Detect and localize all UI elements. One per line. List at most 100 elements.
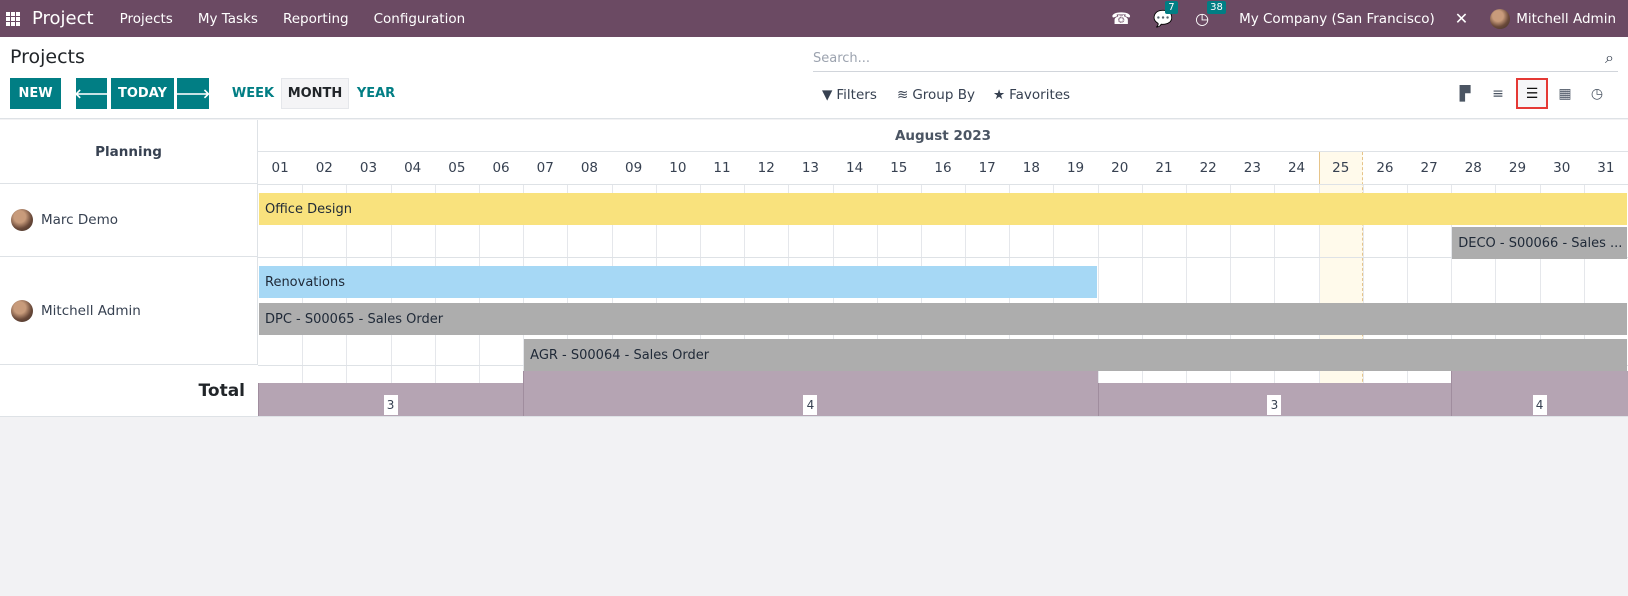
day-header: 11	[713, 160, 731, 176]
day-header: 09	[625, 160, 643, 176]
menu-projects[interactable]: Projects	[120, 11, 173, 27]
calendar-icon: ▦	[1558, 85, 1572, 102]
control-panel: Projects NEW 🡐 TODAY 🡒 WEEK MONTH YEAR S…	[0, 37, 1628, 119]
day-header: 04	[404, 160, 422, 176]
row-name: Marc Demo	[41, 212, 118, 228]
day-header: 01	[271, 160, 289, 176]
filter-icon: ▼	[822, 87, 833, 103]
filters-button[interactable]: ▼ Filters	[822, 87, 877, 103]
arrow-left-icon: 🡐	[74, 86, 109, 102]
day-header: 26	[1376, 160, 1394, 176]
search-placeholder: Search...	[813, 50, 871, 66]
total-label: Total	[198, 381, 245, 401]
calendar-view-button[interactable]: ▦	[1549, 78, 1581, 109]
day-header: 18	[1022, 160, 1040, 176]
app-menu-icon[interactable]	[6, 11, 20, 26]
arrow-right-icon: 🡒	[175, 86, 211, 102]
gantt-icon: ☰	[1525, 85, 1539, 102]
day-header: 02	[315, 160, 333, 176]
total-value: 4	[1532, 395, 1547, 415]
day-header: 19	[1066, 160, 1085, 176]
day-header: 03	[359, 160, 378, 176]
user-name: Mitchell Admin	[1516, 10, 1616, 27]
activities-icon[interactable]: ◷ 38	[1195, 1, 1226, 28]
clock-icon: ◷	[1590, 85, 1604, 102]
total-value: 3	[383, 395, 398, 415]
new-button[interactable]: NEW	[10, 78, 61, 109]
day-header: 05	[448, 160, 466, 176]
day-header: 27	[1420, 160, 1438, 176]
app-brand[interactable]: Project	[32, 8, 94, 29]
day-header: 08	[580, 160, 599, 176]
row-divider	[258, 184, 1628, 185]
menu-my-tasks[interactable]: My Tasks	[198, 11, 258, 27]
day-header: 15	[890, 160, 908, 176]
phone-icon[interactable]: ☎	[1111, 9, 1131, 28]
day-header: 14	[846, 160, 864, 176]
menu-configuration[interactable]: Configuration	[374, 11, 466, 27]
row-name: Mitchell Admin	[41, 302, 141, 319]
search-icon[interactable]: ⌕	[1605, 48, 1614, 68]
day-header: 29	[1508, 160, 1527, 176]
search-input[interactable]: Search... ⌕	[813, 45, 1618, 72]
row-header-mitchell-admin[interactable]: Mitchell Admin	[0, 257, 258, 365]
favorites-button[interactable]: ★ Favorites	[993, 87, 1070, 103]
user-menu[interactable]: Mitchell Admin	[1490, 8, 1616, 29]
planning-header: Planning	[0, 120, 258, 184]
star-icon: ★	[993, 87, 1006, 103]
gantt-pill[interactable]: Office Design	[259, 193, 1627, 225]
scale-year[interactable]: YEAR	[352, 78, 400, 109]
day-header: 13	[801, 160, 819, 176]
gantt-pill[interactable]: AGR - S00064 - Sales Order	[524, 339, 1627, 371]
next-button[interactable]: 🡒	[175, 78, 211, 109]
filters-label: Filters	[836, 87, 877, 103]
day-header: 24	[1287, 160, 1306, 176]
gantt-pill[interactable]: DECO - S00066 - Sales ...	[1452, 227, 1627, 259]
messages-icon[interactable]: 💬 7	[1153, 1, 1178, 28]
gantt-view-button[interactable]: ☰	[1516, 78, 1548, 109]
user-avatar	[1490, 8, 1511, 29]
favorites-label: Favorites	[1009, 87, 1071, 103]
total-value: 3	[1267, 395, 1282, 415]
day-header: 12	[757, 160, 775, 176]
day-header: 23	[1243, 160, 1261, 176]
day-header: 22	[1199, 160, 1217, 176]
month-title: August 2023	[258, 120, 1628, 152]
activity-view-button[interactable]: ◷	[1581, 78, 1613, 109]
previous-button[interactable]: 🡐	[74, 78, 109, 109]
page-title: Projects	[10, 46, 85, 68]
list-icon: ≡	[1492, 85, 1504, 102]
row-header-marc-demo[interactable]: Marc Demo	[0, 184, 258, 257]
avatar	[11, 209, 33, 231]
list-view-button[interactable]: ≡	[1482, 78, 1514, 109]
kanban-icon: ▛	[1459, 85, 1471, 102]
day-header: 07	[536, 160, 554, 176]
top-navbar: Project Projects My Tasks Reporting Conf…	[0, 0, 1628, 37]
gantt-view: Planning August 2023 Marc Demo Mitchell …	[0, 120, 1628, 417]
menu-reporting[interactable]: Reporting	[283, 11, 349, 27]
kanban-view-button[interactable]: ▛	[1449, 78, 1481, 109]
avatar	[11, 299, 33, 322]
day-header: 25	[1332, 160, 1350, 176]
day-header: 21	[1155, 160, 1173, 176]
layers-icon: ≋	[897, 87, 909, 103]
day-header: 10	[669, 160, 687, 176]
day-header: 17	[978, 160, 996, 176]
today-button[interactable]: TODAY	[111, 78, 174, 109]
scale-month[interactable]: MONTH	[281, 78, 349, 109]
day-header: 20	[1111, 160, 1129, 176]
day-header: 28	[1464, 160, 1482, 176]
debug-tools-icon[interactable]: ✕	[1455, 9, 1468, 28]
messages-badge: 7	[1165, 1, 1178, 14]
gantt-pill[interactable]: DPC - S00065 - Sales Order	[259, 303, 1627, 335]
company-switcher[interactable]: My Company (San Francisco)	[1239, 11, 1435, 27]
gantt-pill[interactable]: Renovations	[259, 266, 1097, 298]
day-header: 31	[1597, 160, 1615, 176]
row-divider	[258, 257, 1628, 258]
scale-week[interactable]: WEEK	[228, 78, 278, 109]
total-value: 4	[803, 395, 818, 415]
day-header: 06	[492, 160, 510, 176]
day-header: 16	[934, 160, 952, 176]
group-by-label: Group By	[912, 87, 975, 103]
group-by-button[interactable]: ≋ Group By	[897, 87, 975, 103]
